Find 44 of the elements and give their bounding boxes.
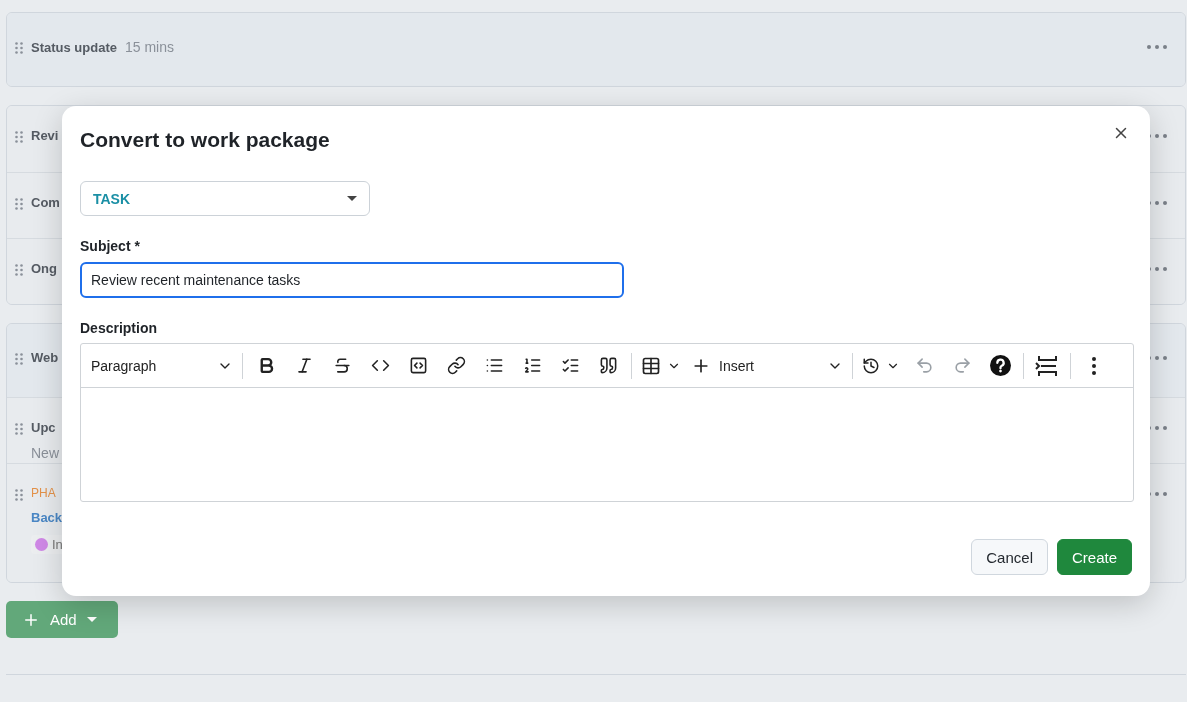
undo-icon: [914, 356, 934, 375]
item-title: Status update: [31, 40, 117, 55]
page-break-icon: [1035, 354, 1059, 377]
table-icon: [641, 355, 661, 376]
drag-handle-icon[interactable]: [15, 353, 23, 365]
cancel-button[interactable]: Cancel: [971, 539, 1048, 575]
item-note: New: [31, 445, 60, 461]
description-editor[interactable]: Paragraph Insert: [80, 343, 1134, 502]
caret-icon: [347, 196, 357, 201]
item-title: Revi: [31, 128, 59, 143]
type-value: TASK: [93, 190, 131, 207]
subject-label: Subject *: [80, 238, 141, 254]
item-title: Com: [31, 195, 60, 210]
dialog-title: Convert to work package: [80, 128, 330, 152]
redo-icon: [952, 356, 972, 375]
item-title: Ong: [31, 261, 57, 276]
link-icon: [446, 356, 466, 375]
more-icon: [1092, 356, 1096, 375]
description-label: Description: [80, 320, 158, 336]
subject-input[interactable]: Review recent maintenance tasks: [80, 262, 624, 298]
help-icon: [989, 355, 1011, 376]
drag-handle-icon[interactable]: [15, 264, 23, 276]
drag-handle-icon[interactable]: [15, 423, 23, 435]
drag-handle-icon[interactable]: [15, 42, 23, 54]
numbered-list-icon: [522, 356, 542, 375]
insert-dropdown[interactable]: Insert: [687, 348, 847, 383]
more-icon[interactable]: [1147, 45, 1167, 49]
type-select[interactable]: TASK: [80, 181, 370, 216]
drag-handle-icon[interactable]: [15, 489, 23, 501]
create-button[interactable]: Create: [1056, 539, 1132, 575]
item-title: PHA: [31, 486, 56, 500]
drag-handle-icon[interactable]: [15, 131, 23, 143]
item-title: Upc: [31, 420, 56, 435]
caret-icon: [86, 617, 97, 622]
code-block-icon: [408, 356, 428, 375]
duration-text: 15 mins: [124, 39, 174, 55]
history-icon: [862, 356, 880, 375]
paragraph-dropdown[interactable]: Paragraph: [87, 348, 237, 383]
strikethrough-icon: [332, 356, 352, 375]
quote-icon: [598, 356, 618, 375]
item-title: Web: [31, 350, 59, 365]
bulleted-list-icon: [484, 356, 504, 375]
drag-handle-icon[interactable]: [15, 198, 23, 210]
checklist-icon: [560, 356, 580, 375]
